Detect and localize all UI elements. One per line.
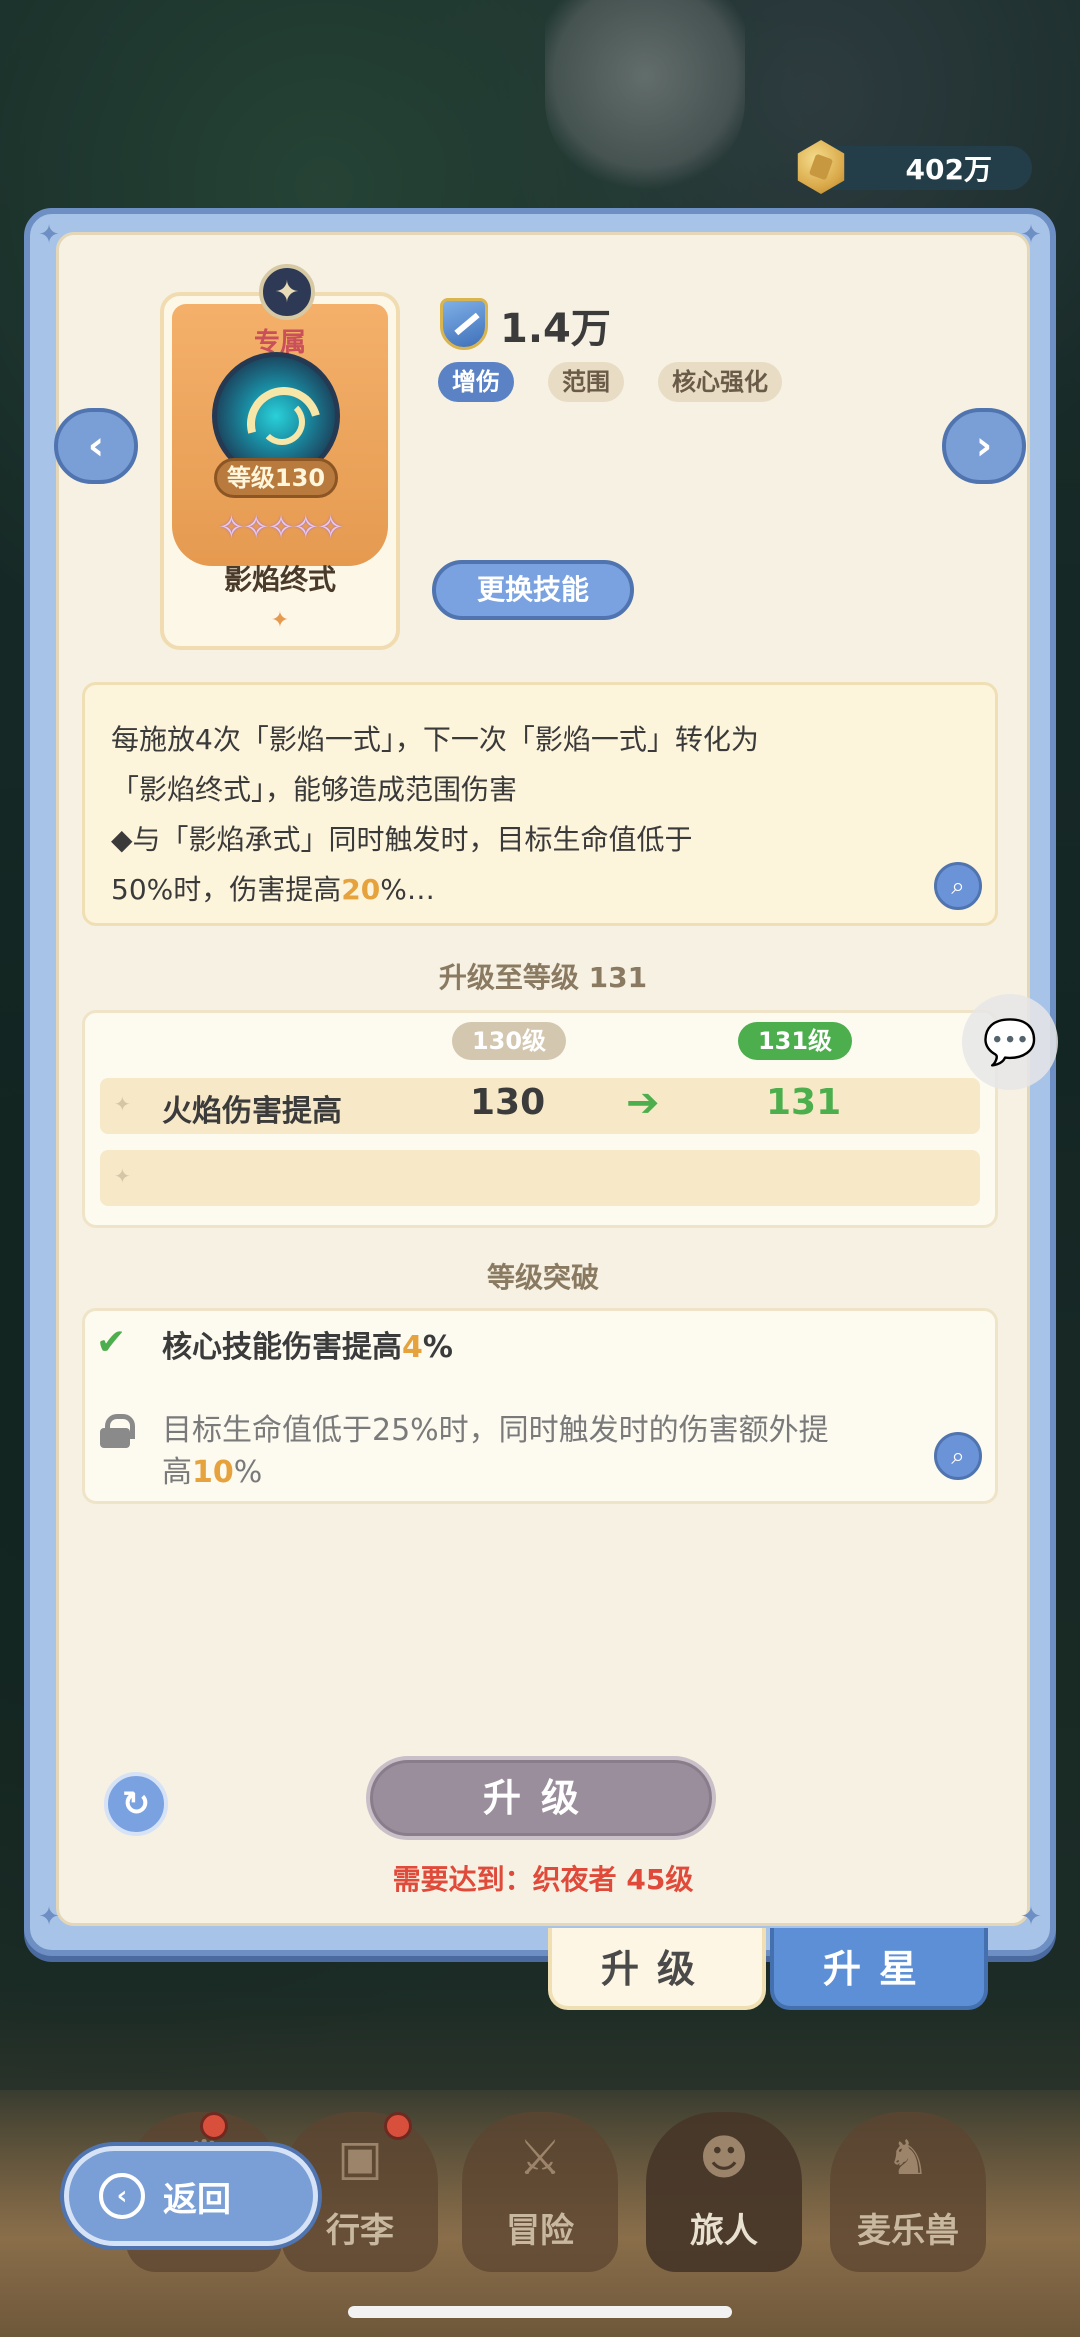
diamond-bullet-icon: ✦ [114,1164,131,1188]
description-line: 每施放4次「影焰一式」，下一次「影焰一式」转化为 [111,723,759,756]
breakthrough-text: % [233,1455,263,1490]
back-label: 返回 [163,2179,231,2220]
chat-bubble-icon[interactable]: 💬 [962,994,1058,1090]
skill-card[interactable]: ✦ 专属 等级130 ✧✧✧✧✧ 影焰终式 ✦ [160,264,400,650]
gold-currency: 402万 [797,140,1032,194]
exclusive-star-icon: ✦ [259,264,315,320]
stat-row-empty: ✦ [100,1150,980,1206]
refresh-icon[interactable]: ↻ [104,1772,168,1836]
tag-damage-boost: 增伤 [438,362,514,402]
upgrade-section-title: 升级至等级 131 [438,961,648,994]
swap-skill-button[interactable]: 更换技能 [432,560,634,620]
next-skill-button[interactable]: › [942,408,1026,484]
breakthrough-text: 高 [162,1455,192,1490]
corner-ornament-icon: ✦ [1020,1902,1042,1932]
breakthrough-section-title: 等级突破 [486,1261,599,1294]
breakthrough-item-locked: 目标生命值低于25%时，同时触发时的伤害额外提 高10% [162,1410,932,1494]
prev-skill-button[interactable]: ‹ [54,408,138,484]
lock-icon [100,1414,135,1448]
description-line: 「影焰终式」，能够造成范围伤害 [111,773,518,806]
nav-label: 冒险 [506,2211,574,2251]
skill-description: 每施放4次「影焰一式」，下一次「影焰一式」转化为 「影焰终式」，能够造成范围伤害… [82,682,998,926]
home-indicator[interactable] [348,2306,732,2318]
chevron-left-icon: ‹ [87,423,105,469]
tab-upgrade[interactable]: 升级 [548,1928,766,2010]
back-button[interactable]: ‹ 返回 [64,2146,318,2246]
current-level-badge: 130级 [452,1022,566,1060]
back-arrow-icon: ‹ [99,2173,145,2219]
nav-label: 麦乐兽 [857,2211,959,2251]
stat-row: ✦ 火焰伤害提高 130 ➔ 131 [100,1078,980,1134]
description-text: 50%时，伤害提高 [111,873,342,906]
description-text: %… [380,873,435,906]
gold-amount: 402万 [905,153,992,186]
tag-core-enhance: 核心强化 [658,362,782,402]
sword-shield-icon [440,298,488,350]
breakthrough-item-unlocked: 核心技能伤害提高4% [162,1322,453,1366]
nav-label: 旅人 [690,2211,758,2251]
zoom-in-icon[interactable]: ⌕ [934,1432,982,1480]
star-rating: ✧✧✧✧✧ [217,508,344,546]
next-level-badge: 131级 [738,1022,852,1060]
check-icon: ✔ [96,1322,127,1363]
stat-label: 火焰伤害提高 [162,1094,342,1129]
fox-icon: ♞ [886,2130,930,2186]
breakthrough-highlight: 10 [192,1455,234,1490]
breakthrough-highlight: 4 [402,1330,423,1365]
stat-current-value: 130 [470,1082,546,1123]
skill-name: 影焰终式 [223,563,336,596]
diamond-ornament-icon: ✦ [270,608,290,633]
breakthrough-text: % [422,1330,453,1365]
tab-star-up[interactable]: 升星 [770,1928,988,2010]
breakthrough-text: 核心技能伤害提高 [162,1330,402,1365]
nav-item-pet[interactable]: ♞ 麦乐兽 [830,2112,986,2272]
zoom-in-icon[interactable]: ⌕ [934,862,982,910]
notification-dot [200,2112,228,2140]
notification-dot [384,2112,412,2140]
nav-item-adventure[interactable]: ⚔ 冒险 [462,2112,618,2272]
avatar-icon: ☻ [698,2130,750,2186]
diamond-bullet-icon: ✦ [114,1092,131,1116]
chevron-right-icon: › [975,423,993,469]
stat-next-value: 131 [766,1082,842,1123]
description-highlight: 20 [341,873,381,906]
crossed-swords-icon: ⚔ [518,2130,562,2186]
breakthrough-text-line: 高10% [162,1452,932,1494]
skill-level-badge: 等级130 [214,458,338,498]
arrow-right-icon: ➔ [626,1080,660,1126]
description-line: 50%时，伤害提高20%… [111,865,969,915]
tag-area: 范围 [548,362,624,402]
corner-ornament-icon: ✦ [38,220,60,250]
nav-item-traveler[interactable]: ☻ 旅人 [646,2112,802,2272]
skill-power: 1.4万 [500,306,611,352]
description-line: ◆与「影焰承式」同时触发时，目标生命值低于 [111,823,693,856]
upgrade-button[interactable]: 升级 [366,1756,716,1840]
upgrade-requirement: 需要达到：织夜者 45级 [392,1863,694,1896]
breakthrough-text: 目标生命值低于25%时，同时触发时的伤害额外提 [162,1413,829,1448]
corner-ornament-icon: ✦ [1020,220,1042,250]
corner-ornament-icon: ✦ [38,1902,60,1932]
